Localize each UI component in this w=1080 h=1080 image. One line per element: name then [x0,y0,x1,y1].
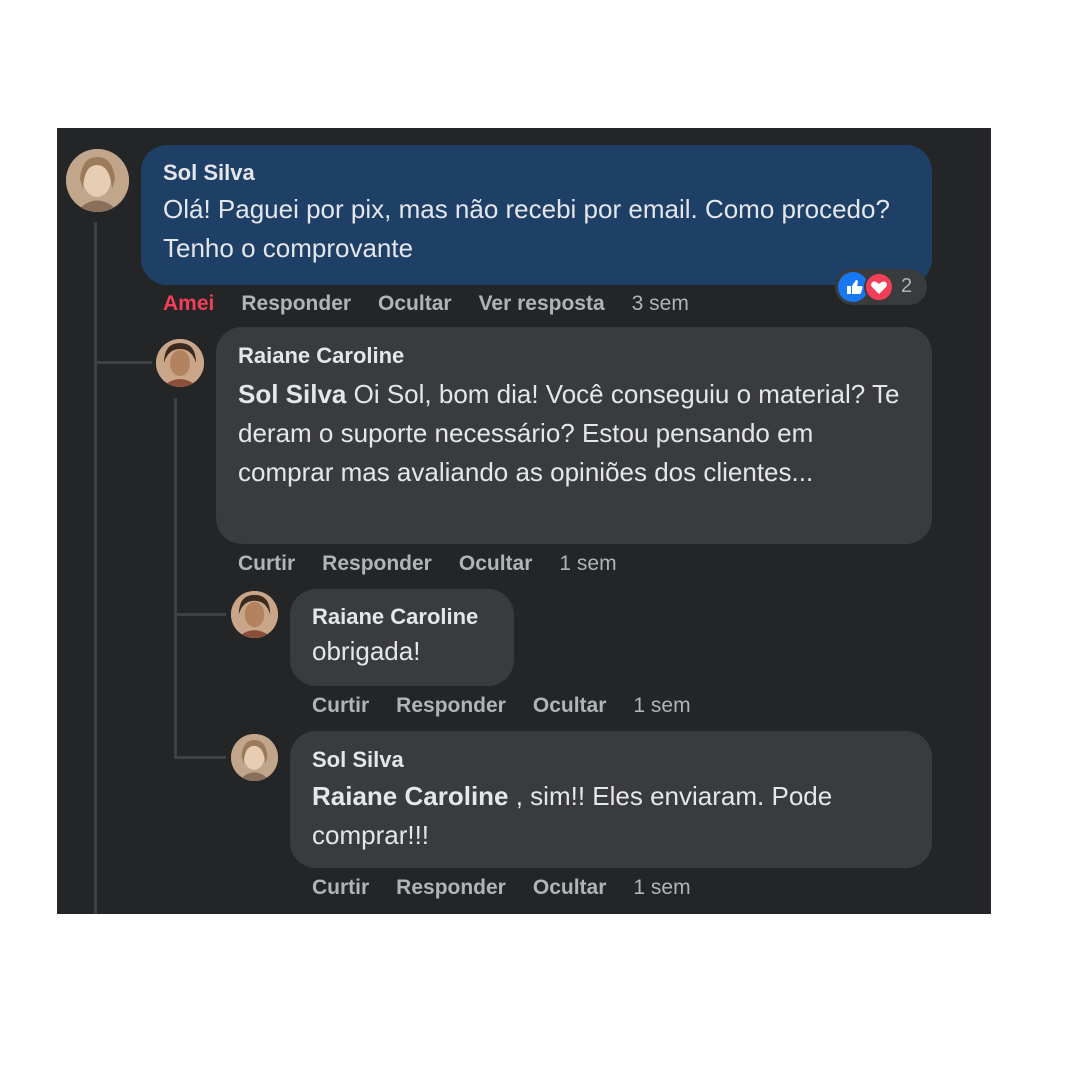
avatar-sol-silva[interactable] [231,734,278,781]
hide-button[interactable]: Ocultar [378,292,452,315]
reply-text: Raiane Caroline , sim!! Eles enviaram. P… [312,777,910,855]
avatar-raiane-caroline[interactable] [156,339,204,387]
thread-line-branch-3 [174,756,226,759]
mention-link[interactable]: Raiane Caroline [312,781,509,811]
thread-line-branch-1 [94,361,152,364]
reaction-count: 2 [901,275,913,297]
reply-author[interactable]: Raiane Caroline [312,604,492,630]
avatar-raiane-caroline[interactable] [231,591,278,638]
reply-text: Sol Silva Oi Sol, bom dia! Você consegui… [238,375,910,492]
view-reply-button[interactable]: Ver resposta [479,292,605,315]
reply-button[interactable]: Responder [322,552,432,575]
comment-text: Olá! Paguei por pix, mas não recebi por … [163,194,890,263]
like-button[interactable]: Curtir [312,694,369,717]
reply-bubble: Sol Silva Raiane Caroline , sim!! Eles e… [290,731,932,868]
reply-bubble: Raiane Caroline Sol Silva Oi Sol, bom di… [216,327,932,544]
thread-line-branch-2 [174,613,226,616]
reply-button[interactable]: Responder [241,292,351,315]
timestamp: 1 sem [633,876,691,899]
thread-line-sub [174,398,177,758]
thread-line-main [94,222,97,914]
avatar-image [156,339,204,387]
react-button[interactable]: Amei [163,292,214,315]
reply-text: obrigada! [312,636,421,666]
avatar-sol-silva[interactable] [66,149,129,212]
reply-button[interactable]: Responder [396,694,506,717]
like-button[interactable]: Curtir [238,552,295,575]
comment-bubble: Sol Silva Olá! Paguei por pix, mas não r… [141,145,932,285]
hide-button[interactable]: Ocultar [533,694,607,717]
like-button[interactable]: Curtir [312,876,369,899]
reply-author[interactable]: Raiane Caroline [238,343,910,369]
reactions-summary[interactable]: 2 [835,269,927,305]
timestamp: 1 sem [633,694,691,717]
avatar-image [231,591,278,638]
mention-link[interactable]: Sol Silva [238,379,346,409]
reply-author[interactable]: Sol Silva [312,747,910,773]
reply-button[interactable]: Responder [396,876,506,899]
reply-bubble: Raiane Caroline obrigada! [290,589,514,686]
avatar-image [231,734,278,781]
timestamp: 3 sem [631,292,689,315]
hide-button[interactable]: Ocultar [459,552,533,575]
avatar-image [66,149,129,212]
reply-actions: Curtir Responder Ocultar 1 sem [312,876,718,900]
hide-button[interactable]: Ocultar [533,876,607,899]
timestamp: 1 sem [559,552,617,575]
reply-actions: Curtir Responder Ocultar 1 sem [238,552,644,576]
comment-author[interactable]: Sol Silva [163,160,910,186]
comment-actions: Amei Responder Ocultar Ver resposta 3 sem [163,292,716,316]
reply-actions: Curtir Responder Ocultar 1 sem [312,694,718,718]
heart-icon [864,272,894,302]
